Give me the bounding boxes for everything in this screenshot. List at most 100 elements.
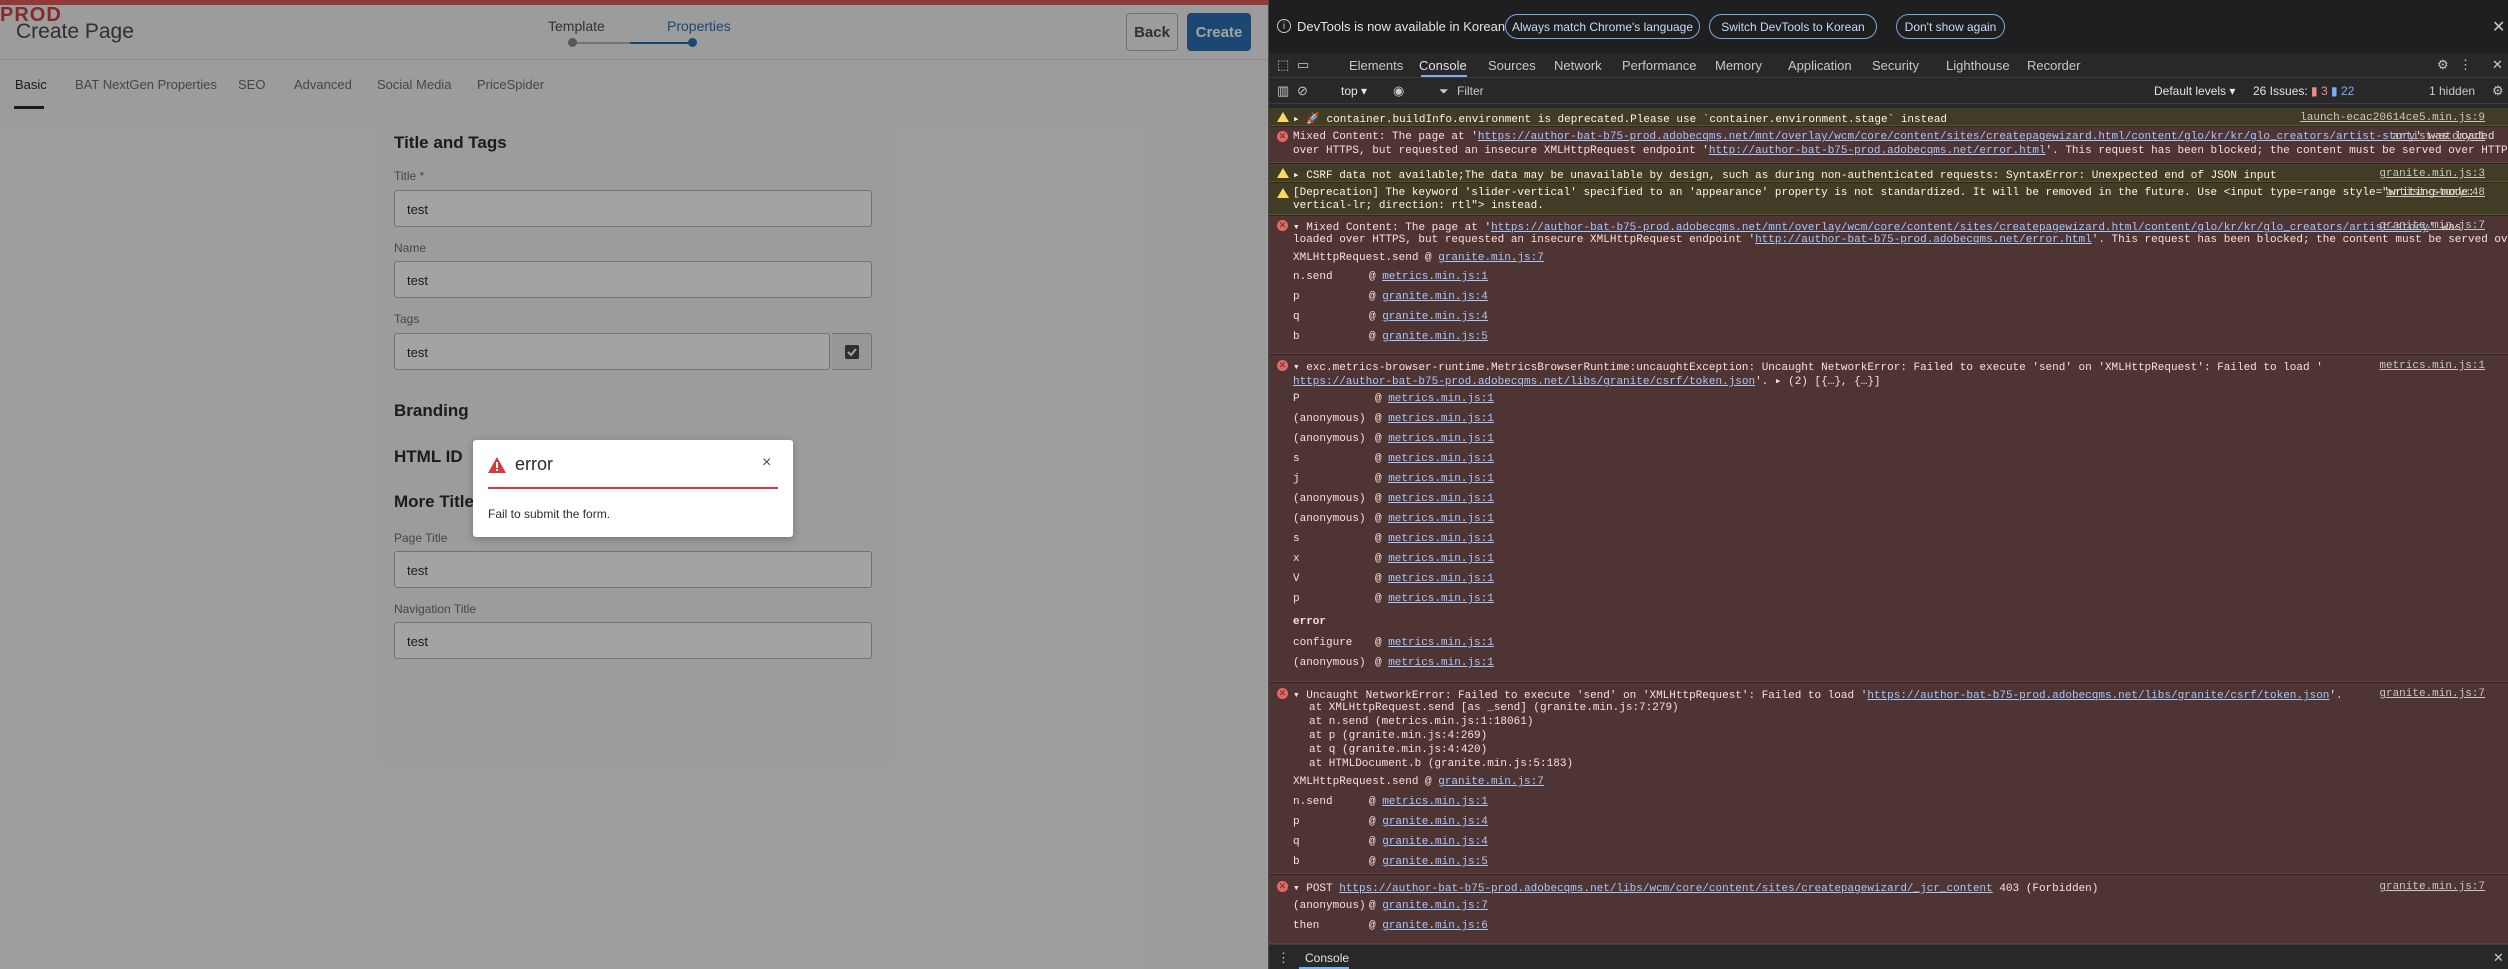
url-link[interactable]: https://author-bat-b75-prod.adobecqms.ne… (1339, 883, 1993, 895)
frame-link[interactable]: granite.min.js:4 (1382, 816, 1488, 828)
frame-link[interactable]: metrics.min.js:1 (1388, 473, 1494, 485)
log-levels-dropdown[interactable]: Default levels ▾ (2154, 84, 2235, 98)
tab-sources[interactable]: Sources (1488, 58, 1536, 73)
frame-fn: p (1293, 291, 1300, 303)
url-link[interactable]: https://author-bat-b75-prod.adobecqms.ne… (1867, 690, 2329, 702)
console-message[interactable]: ✕ ▾ POST https://author-bat-b75-prod.ado… (1269, 875, 2508, 944)
issues-button[interactable]: 26 Issues: ▮ 3 ▮ 22 (2253, 84, 2354, 98)
url-link[interactable]: https://author-bat-b75-prod.adobecqms.ne… (1491, 222, 2428, 234)
stack-at-line: at q (granite.min.js:4:420) (1309, 744, 1488, 756)
console-message[interactable]: ✕ ▾ Mixed Content: The page at 'https://… (1269, 216, 2508, 354)
device-toolbar-icon[interactable]: ▭ (1297, 57, 1309, 73)
source-link[interactable]: granite.min.js:7 (2379, 220, 2485, 232)
frame-link[interactable]: granite.min.js:4 (1382, 836, 1488, 848)
stack-frame: p @ granite.min.js:4 (1293, 291, 1488, 303)
error-icon: ✕ (1277, 881, 1288, 892)
stack-frame: q @ granite.min.js:4 (1293, 836, 1488, 848)
url-link[interactable]: http://author-bat-b75-prod.adobecqms.net… (1709, 145, 2046, 157)
stack-frame: P @ metrics.min.js:1 (1293, 393, 1494, 405)
tab-security[interactable]: Security (1872, 58, 1919, 73)
dont-show-again-button[interactable]: Don't show again (1896, 14, 2005, 39)
frame-link[interactable]: metrics.min.js:1 (1382, 796, 1488, 808)
tab-network[interactable]: Network (1554, 58, 1602, 73)
eye-icon[interactable]: ◉ (1393, 83, 1404, 99)
frame-link[interactable]: metrics.min.js:1 (1388, 553, 1494, 565)
url-link[interactable]: https://author-bat-b75-prod.adobecqms.ne… (1293, 376, 1755, 388)
frame-link[interactable]: granite.min.js:5 (1382, 331, 1488, 343)
gear-icon[interactable]: ⚙ (2437, 57, 2449, 73)
more-options-icon[interactable]: ⋮ (2459, 57, 2472, 73)
frame-link[interactable]: granite.min.js:6 (1382, 920, 1488, 932)
frame-link[interactable]: granite.min.js:7 (1438, 252, 1544, 264)
close-icon[interactable]: ✕ (2493, 950, 2504, 966)
tab-memory[interactable]: Memory (1715, 58, 1762, 73)
inspect-element-icon[interactable]: ⬚ (1277, 57, 1289, 73)
alert-icon (488, 457, 506, 473)
tab-recorder[interactable]: Recorder (2027, 58, 2080, 73)
frame-link[interactable]: metrics.min.js:1 (1388, 493, 1494, 505)
drawer-tab-console[interactable]: Console (1305, 951, 1349, 965)
console-message[interactable]: ✕ Mixed Content: The page at 'https://au… (1269, 127, 2508, 163)
more-options-icon[interactable]: ⋮ (1277, 950, 1290, 966)
source-link[interactable]: artist-story:48 (2386, 187, 2485, 199)
frame-link[interactable]: metrics.min.js:1 (1388, 393, 1494, 405)
frame-fn: V (1293, 573, 1300, 585)
close-icon[interactable]: ✕ (2492, 57, 2503, 73)
tab-application[interactable]: Application (1788, 58, 1852, 73)
text-part: '. (2329, 690, 2343, 702)
tab-console[interactable]: Console (1419, 58, 1467, 73)
clear-console-icon[interactable]: ⊘ (1297, 83, 1308, 99)
frame-link[interactable]: granite.min.js:5 (1382, 856, 1488, 868)
source-link[interactable]: granite.min.js:7 (2379, 688, 2485, 700)
close-icon[interactable]: ✕ (2492, 17, 2505, 37)
error-icon: ✕ (1277, 360, 1288, 371)
switch-to-korean-button[interactable]: Switch DevTools to Korean (1709, 14, 1877, 39)
message-text: ▾ exc.metrics-browser-runtime.MetricsBro… (1293, 362, 2323, 374)
filter-box[interactable] (1431, 81, 1849, 101)
console-message[interactable]: [Deprecation] The keyword 'slider-vertic… (1269, 183, 2508, 215)
frame-link[interactable]: metrics.min.js:1 (1388, 637, 1494, 649)
filter-input[interactable]: Filter (1457, 84, 1484, 98)
sidebar-toggle-icon[interactable]: ▥ (1277, 83, 1289, 99)
frame-link[interactable]: metrics.min.js:1 (1388, 593, 1494, 605)
stack-frame: s @ metrics.min.js:1 (1293, 533, 1494, 545)
message-text: ▾ Uncaught NetworkError: Failed to execu… (1293, 688, 2343, 702)
stack-frame: x @ metrics.min.js:1 (1293, 553, 1494, 565)
context-selector[interactable]: top ▾ (1341, 84, 1367, 98)
frame-link[interactable]: metrics.min.js:1 (1388, 413, 1494, 425)
console-message[interactable]: ▸ 🚀 container.buildInfo.environment is d… (1269, 108, 2508, 126)
url-link[interactable]: https://author-bat-b75-prod.adobecqms.ne… (1478, 131, 2415, 143)
url-link[interactable]: http://author-bat-b75-prod.adobecqms.net… (1755, 234, 2092, 246)
source-link[interactable]: granite.min.js:3 (2379, 168, 2485, 180)
source-link[interactable]: artist-story:1 (2393, 131, 2485, 143)
tab-lighthouse[interactable]: Lighthouse (1946, 58, 2010, 73)
gear-icon[interactable]: ⚙ (2492, 83, 2504, 99)
frame-fn: n.send (1293, 271, 1333, 283)
frame-link[interactable]: metrics.min.js:1 (1388, 657, 1494, 669)
console-message[interactable]: ✕ ▾ exc.metrics-browser-runtime.MetricsB… (1269, 355, 2508, 682)
frame-link[interactable]: metrics.min.js:1 (1382, 271, 1488, 283)
close-icon[interactable]: × (762, 454, 771, 472)
screen: PROD Create Page Template Properties Bac… (0, 0, 2508, 969)
frame-link[interactable]: metrics.min.js:1 (1388, 573, 1494, 585)
frame-link[interactable]: granite.min.js:7 (1438, 776, 1544, 788)
frame-link[interactable]: granite.min.js:4 (1382, 291, 1488, 303)
stack-at-line: at HTMLDocument.b (granite.min.js:5:183) (1309, 758, 1574, 770)
frame-fn: s (1293, 453, 1300, 465)
match-chrome-language-button[interactable]: Always match Chrome's language (1505, 14, 1700, 39)
stack-frame: then @ granite.min.js:6 (1293, 920, 1488, 932)
frame-link[interactable]: granite.min.js:7 (1382, 900, 1488, 912)
console-message[interactable]: ✕ ▾ Uncaught NetworkError: Failed to exe… (1269, 683, 2508, 874)
tab-performance[interactable]: Performance (1622, 58, 1696, 73)
text-part: Mixed Content: The page at ' (1293, 131, 1478, 143)
frame-link[interactable]: metrics.min.js:1 (1388, 533, 1494, 545)
frame-link[interactable]: metrics.min.js:1 (1388, 513, 1494, 525)
source-link[interactable]: metrics.min.js:1 (2379, 360, 2485, 372)
frame-link[interactable]: metrics.min.js:1 (1388, 453, 1494, 465)
console-message[interactable]: ▸ CSRF data not available;The data may b… (1269, 164, 2508, 182)
source-link[interactable]: launch-ecac20614ce5.min.js:9 (2300, 112, 2485, 124)
source-link[interactable]: granite.min.js:7 (2379, 881, 2485, 893)
tab-elements[interactable]: Elements (1349, 58, 1403, 73)
frame-link[interactable]: granite.min.js:4 (1382, 311, 1488, 323)
frame-link[interactable]: metrics.min.js:1 (1388, 433, 1494, 445)
